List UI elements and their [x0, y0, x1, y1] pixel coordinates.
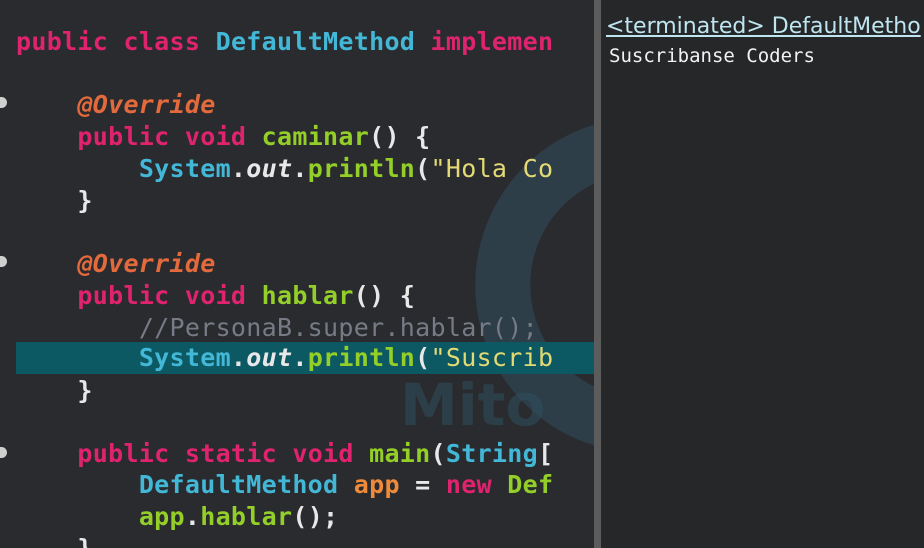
code-line[interactable]: public static void main(String[: [16, 438, 553, 470]
console-terminated-label[interactable]: <terminated> DefaultMetho: [606, 14, 921, 39]
code-token: app: [353, 470, 400, 499]
code-token: .: [292, 343, 308, 372]
code-token: void: [184, 122, 247, 151]
code-token: implemen: [430, 27, 554, 56]
code-line[interactable]: public class DefaultMethod implemen: [16, 26, 553, 58]
code-token: =: [399, 470, 446, 499]
code-token: .: [230, 154, 247, 183]
code-token: void: [292, 439, 354, 468]
code-line[interactable]: public void caminar() {: [16, 121, 431, 153]
code-line[interactable]: }: [16, 533, 93, 548]
code-token: Def: [507, 470, 554, 499]
code-token: String: [445, 439, 538, 468]
code-token: @Override: [77, 90, 216, 119]
code-token: println: [307, 154, 416, 183]
code-editor[interactable]: Mito public class DefaultMethod implemen…: [0, 0, 594, 548]
code-token: out: [246, 154, 293, 183]
code-token: new: [445, 470, 492, 499]
code-token: (: [430, 439, 446, 468]
code-token: main: [369, 439, 431, 468]
console-view[interactable]: <terminated> DefaultMetho Suscribanse Co…: [601, 0, 924, 548]
panel-splitter[interactable]: [594, 0, 601, 548]
code-line[interactable]: }: [16, 185, 93, 217]
code-token: public: [77, 281, 170, 310]
code-token: () {: [353, 281, 416, 310]
code-token: (: [415, 343, 431, 372]
fold-marker-icon[interactable]: [0, 97, 7, 108]
code-line[interactable]: DefaultMethod app = new Def: [16, 469, 553, 501]
code-line[interactable]: }: [16, 375, 93, 407]
code-token: app: [138, 502, 185, 531]
code-token: public: [77, 122, 170, 151]
code-token: void: [184, 281, 247, 310]
code-token: .: [292, 154, 308, 183]
code-line[interactable]: app.hablar();: [16, 501, 338, 533]
console-output-text: Suscribanse Coders: [609, 45, 815, 67]
code-token: .: [230, 343, 247, 372]
code-line[interactable]: @Override: [16, 89, 216, 121]
code-token: println: [307, 343, 416, 372]
code-token: }: [16, 534, 93, 548]
code-token: out: [246, 343, 293, 372]
code-token: caminar: [261, 122, 370, 151]
svg-text:Mito: Mito: [400, 371, 545, 439]
code-token: hablar: [200, 502, 293, 531]
code-token: //PersonaB.super.hablar();: [138, 313, 538, 342]
code-token: System: [138, 343, 231, 372]
code-token: public: [16, 27, 109, 56]
code-token: class: [123, 27, 201, 56]
code-line[interactable]: @Override: [16, 248, 216, 280]
code-token: @Override: [77, 249, 216, 278]
code-token: static: [184, 439, 277, 468]
code-token: .: [184, 502, 201, 531]
code-token: public: [77, 439, 170, 468]
code-token: [: [537, 439, 554, 468]
code-token: DefaultMethod: [138, 470, 339, 499]
code-line[interactable]: //PersonaB.super.hablar();: [16, 312, 538, 344]
code-token: System: [138, 154, 231, 183]
fold-marker-icon[interactable]: [0, 256, 7, 267]
code-token: "Hola Co: [430, 154, 554, 183]
code-line[interactable]: public void hablar() {: [16, 280, 415, 312]
code-line[interactable]: System.out.println("Hola Co: [16, 153, 553, 185]
fold-marker-icon[interactable]: [0, 447, 7, 458]
code-token: "Suscrib: [430, 343, 554, 372]
code-token: ();: [292, 502, 339, 531]
code-token: }: [16, 186, 93, 215]
code-line[interactable]: System.out.println("Suscrib: [16, 342, 553, 374]
code-token: () {: [369, 122, 431, 151]
code-token: (: [415, 154, 431, 183]
code-token: DefaultMethod: [215, 27, 416, 56]
code-token: hablar: [261, 281, 354, 310]
code-token: }: [16, 376, 93, 405]
